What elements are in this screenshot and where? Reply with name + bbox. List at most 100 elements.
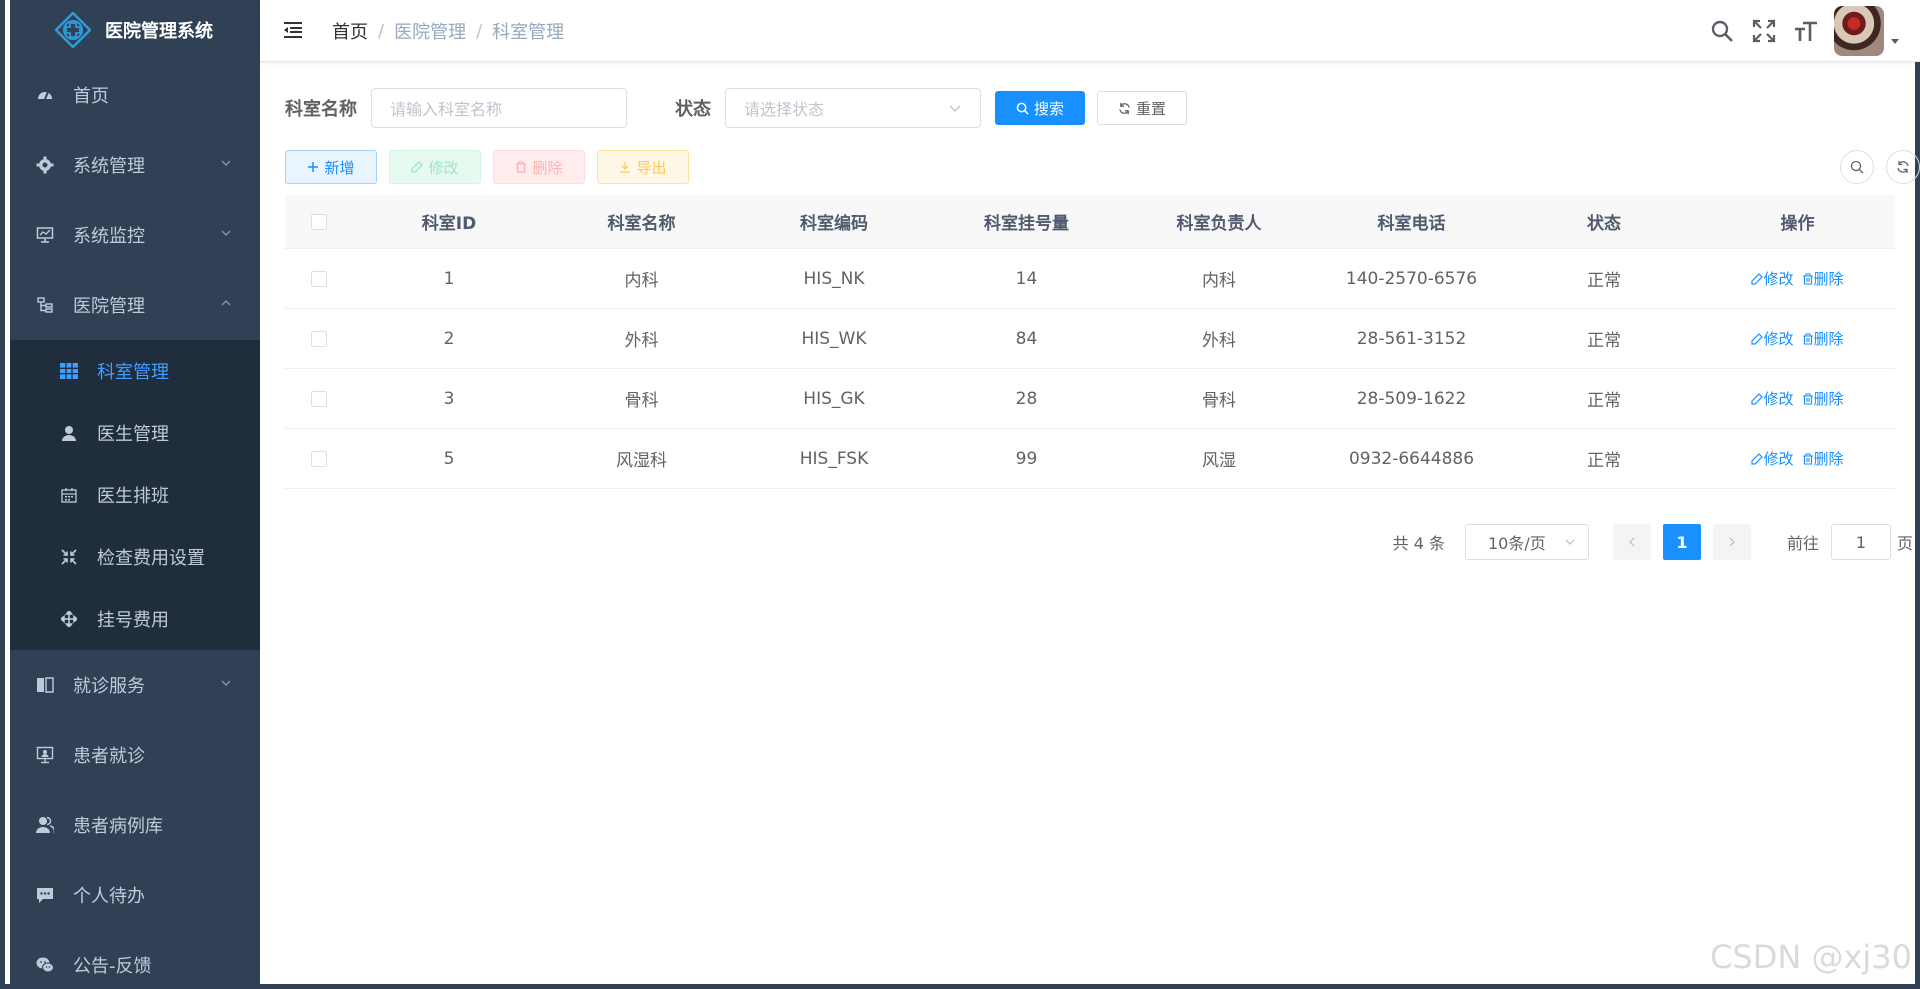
sidebar-item-label: 科室管理 (97, 362, 169, 383)
breadcrumb-department: 科室管理 (492, 22, 565, 43)
sidebar-item-monitor[interactable]: 系统监控 (10, 200, 260, 270)
cell-actions: 修改 删除 (1700, 388, 1895, 409)
cell-phone: 0932-6644886 (1348, 448, 1475, 469)
sidebar-item-patient-visit[interactable]: 患者就诊 (10, 720, 260, 790)
row-edit-label: 修改 (1763, 270, 1794, 288)
hospital-logo-icon (55, 12, 91, 48)
action-toolbar: 新增 修改 删除 导出 (285, 150, 701, 184)
sidebar-item-service[interactable]: 就诊服务 (10, 650, 260, 720)
row-edit-link[interactable]: 修改 (1751, 328, 1794, 349)
search-icon[interactable] (1708, 17, 1736, 45)
export-button-label: 导出 (636, 158, 667, 177)
dashboard-icon (35, 85, 55, 105)
page-number-current[interactable]: 1 (1662, 524, 1701, 560)
chevron-down-icon (1565, 539, 1575, 545)
shrink-icon (59, 547, 79, 567)
row-delete-link[interactable]: 删除 (1802, 388, 1844, 409)
export-button[interactable]: 导出 (597, 150, 689, 184)
avatar[interactable] (1834, 6, 1884, 56)
row-delete-link[interactable]: 删除 (1802, 448, 1844, 469)
cell-name: 风湿科 (616, 451, 667, 471)
cell-phone: 140-2570-6576 (1345, 268, 1478, 289)
cell-count: 28 (1015, 388, 1038, 409)
sidebar-item-label: 医生管理 (97, 424, 169, 445)
sidebar-item-system[interactable]: 系统管理 (10, 130, 260, 200)
fullscreen-icon[interactable] (1750, 17, 1778, 45)
refresh-button[interactable] (1886, 150, 1920, 184)
caret-down-icon[interactable] (1890, 36, 1900, 46)
chevron-left-icon (1628, 537, 1635, 547)
sidebar-item-hospital[interactable]: 医院管理 (10, 270, 260, 340)
reset-button[interactable]: 重置 (1097, 91, 1187, 125)
edit-icon (1751, 452, 1764, 465)
sidebar-item-label: 个人待办 (73, 886, 145, 907)
breadcrumb: 首页 / 医院管理 / 科室管理 (332, 18, 564, 44)
sidebar-item-label: 医生排班 (97, 486, 169, 507)
trash-icon (1802, 272, 1813, 285)
row-edit-link[interactable]: 修改 (1751, 388, 1794, 409)
status-select[interactable]: 请选择状态 (725, 88, 981, 128)
row-checkbox[interactable] (311, 270, 327, 287)
sidebar-item-home[interactable]: 首页 (10, 60, 260, 130)
cell-code: HIS_FSK (799, 448, 869, 469)
search-button[interactable]: 搜索 (995, 91, 1085, 125)
row-delete-link[interactable]: 删除 (1802, 328, 1844, 349)
pagination: 共 4 条 10条/页 1 前往 1 页 (1393, 524, 1913, 560)
row-select-cell (285, 450, 353, 467)
select-all-checkbox[interactable] (311, 213, 327, 230)
department-name-input[interactable]: 请输入科室名称 (371, 88, 627, 128)
delete-button[interactable]: 删除 (493, 150, 585, 184)
sidebar-item-label: 检查费用设置 (97, 548, 205, 569)
row-delete-link[interactable]: 删除 (1802, 268, 1844, 289)
trash-icon (1802, 452, 1813, 465)
next-page-button[interactable] (1712, 524, 1751, 560)
page-size-select[interactable]: 10条/页 (1464, 524, 1589, 560)
reset-button-label: 重置 (1135, 99, 1166, 118)
row-delete-label: 删除 (1813, 270, 1844, 288)
sidebar-item-label: 首页 (73, 86, 109, 107)
goto-label: 前往 (1786, 534, 1819, 553)
user-icon (59, 423, 79, 443)
cell-phone: 28-509-1622 (1356, 388, 1467, 409)
row-delete-label: 删除 (1813, 390, 1844, 408)
row-checkbox[interactable] (311, 390, 327, 407)
sidebar-item-register-fee[interactable]: 挂号费用 (10, 588, 260, 650)
monitor-icon (35, 225, 55, 245)
logo[interactable]: 医院管理系统 (10, 0, 260, 60)
sidebar-item-notice[interactable]: 公告-反馈 (10, 930, 260, 984)
download-icon (620, 162, 631, 173)
breadcrumb-home[interactable]: 首页 (332, 18, 368, 44)
cell-code: HIS_WK (801, 328, 867, 349)
prev-page-button[interactable] (1612, 524, 1651, 560)
sidebar-item-schedule[interactable]: 医生排班 (10, 464, 260, 526)
toggle-search-button[interactable] (1840, 150, 1874, 184)
sidebar-item-todo[interactable]: 个人待办 (10, 860, 260, 930)
sidebar-item-department[interactable]: 科室管理 (10, 340, 260, 402)
search-form: 科室名称 请输入科室名称 状态 请选择状态 搜索 重置 (285, 88, 1187, 128)
cell-leader: 外科 (1202, 331, 1236, 351)
goto-page-input[interactable]: 1 (1830, 524, 1891, 560)
row-checkbox[interactable] (311, 450, 327, 467)
trash-icon (1802, 332, 1813, 345)
row-checkbox[interactable] (311, 330, 327, 347)
cell-id: 5 (443, 448, 455, 469)
cell-actions: 修改 删除 (1700, 328, 1895, 349)
row-edit-link[interactable]: 修改 (1751, 268, 1794, 289)
add-button[interactable]: 新增 (285, 150, 377, 184)
chevron-down-icon (221, 680, 231, 686)
hamburger-icon[interactable] (282, 18, 306, 42)
row-delete-label: 删除 (1813, 450, 1844, 468)
column-header: 操作 (1780, 214, 1815, 234)
row-edit-link[interactable]: 修改 (1751, 448, 1794, 469)
tree-icon (35, 295, 55, 315)
sidebar-item-exam-fee[interactable]: 检查费用设置 (10, 526, 260, 588)
font-size-icon[interactable] (1792, 17, 1820, 45)
delete-button-label: 删除 (532, 158, 563, 177)
cell-id: 2 (443, 328, 455, 349)
sidebar-item-case-library[interactable]: 患者病例库 (10, 790, 260, 860)
sidebar-item-doctor[interactable]: 医生管理 (10, 402, 260, 464)
department-name-label: 科室名称 (285, 99, 357, 120)
app-frame: 医院管理系统 首页 系统管理 系统监控 医院管理 科室管理 医生管理 医生排班 … (0, 0, 1920, 989)
calendar-icon (59, 485, 79, 505)
edit-button[interactable]: 修改 (389, 150, 481, 184)
